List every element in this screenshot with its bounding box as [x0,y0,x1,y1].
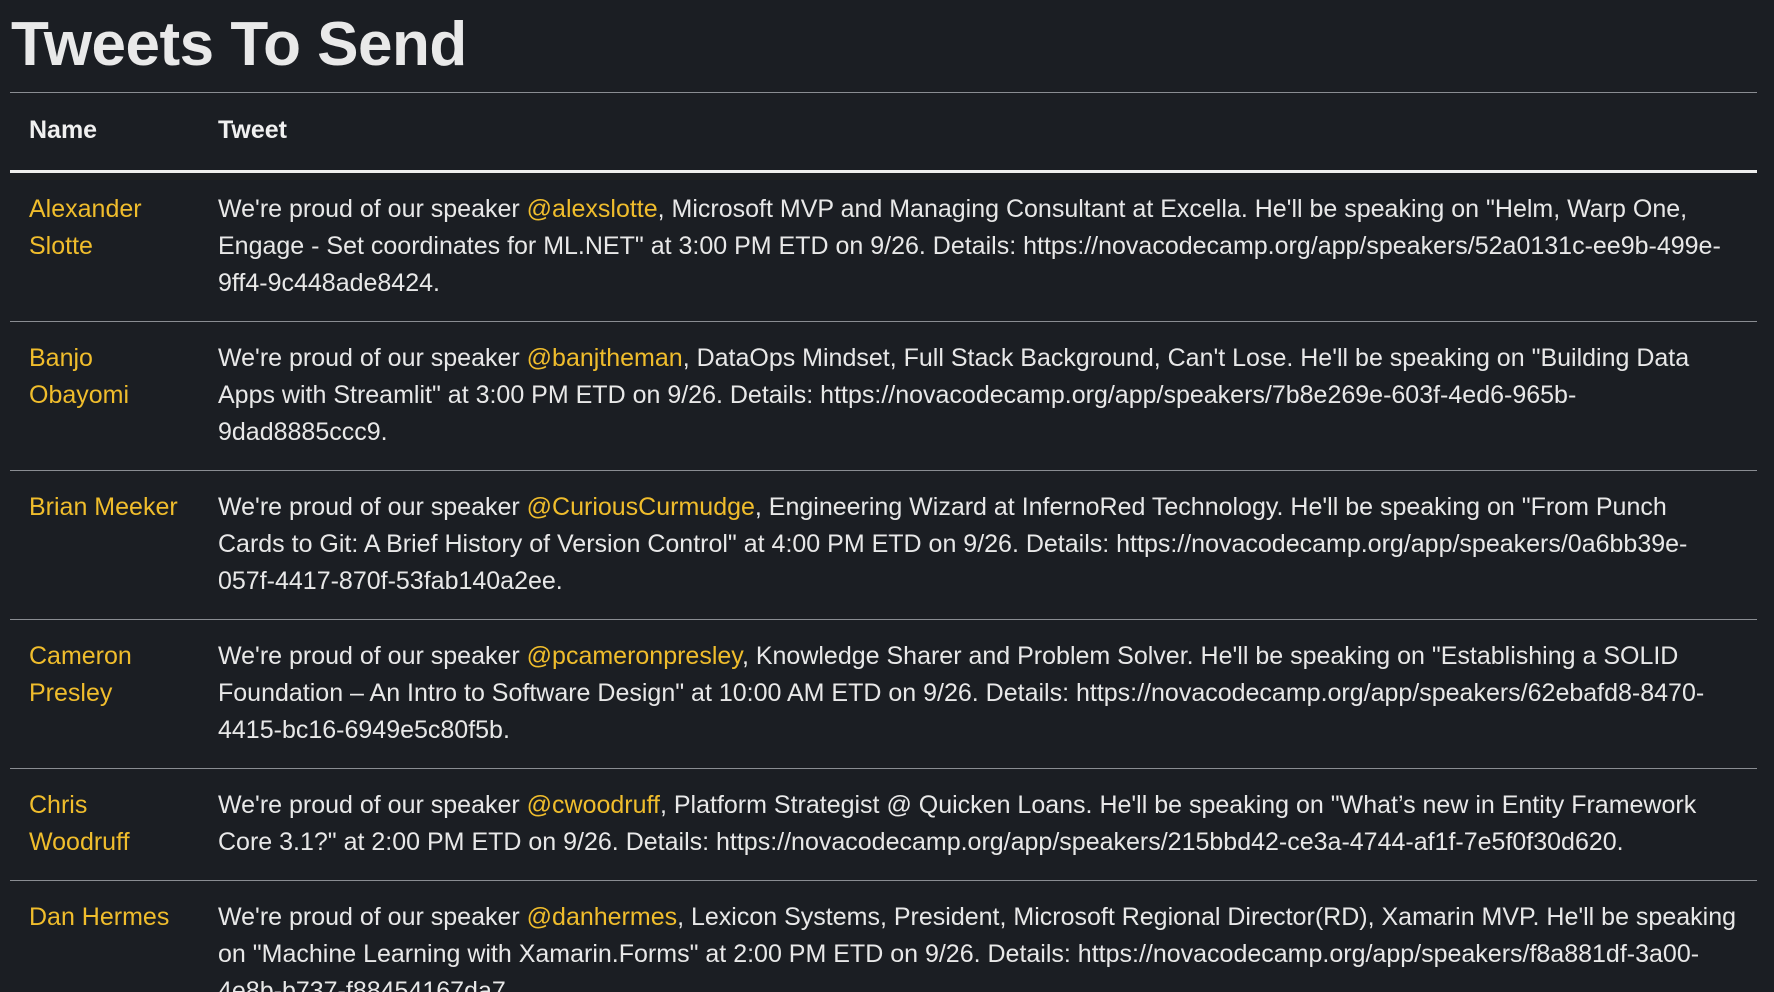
tweet-prefix: We're proud of our speaker [218,791,527,819]
name-cell: Cameron Presley [10,619,199,769]
tweet-cell: We're proud of our speaker @danhermes, L… [199,880,1757,992]
tweet-cell: We're proud of our speaker @banjtheman, … [199,321,1757,471]
tweets-page: Tweets To Send Name Tweet Alexander Slot… [0,0,1774,992]
table-row: Cameron Presley We're proud of our speak… [10,619,1757,769]
tweet-cell: We're proud of our speaker @alexslotte, … [199,171,1757,322]
tweet-prefix: We're proud of our speaker [218,642,527,670]
speaker-handle-link[interactable]: @banjtheman [527,344,683,372]
tweet-prefix: We're proud of our speaker [218,903,527,931]
tweet-cell: We're proud of our speaker @CuriousCurmu… [199,470,1757,620]
table-row: Banjo Obayomi We're proud of our speaker… [10,321,1757,471]
table-row: Brian Meeker We're proud of our speaker … [10,470,1757,620]
table-row: Dan Hermes We're proud of our speaker @d… [10,880,1757,992]
name-cell: Alexander Slotte [10,171,199,322]
speaker-handle-link[interactable]: @alexslotte [527,195,658,223]
name-cell: Brian Meeker [10,470,199,620]
speaker-name-link[interactable]: Dan Hermes [29,903,169,931]
tweet-prefix: We're proud of our speaker [218,344,527,372]
speaker-handle-link[interactable]: @CuriousCurmudge [527,493,755,521]
speaker-name-link[interactable]: Cameron Presley [29,642,132,707]
table-row: Chris Woodruff We're proud of our speake… [10,768,1757,881]
name-cell: Chris Woodruff [10,768,199,881]
page-title: Tweets To Send [11,10,467,79]
speaker-name-link[interactable]: Alexander Slotte [29,195,142,260]
tweet-cell: We're proud of our speaker @cwoodruff, P… [199,768,1757,881]
tweet-prefix: We're proud of our speaker [218,493,527,521]
tweets-table: Name Tweet Alexander Slotte We're proud … [10,93,1757,992]
name-cell: Dan Hermes [10,880,199,992]
speaker-name-link[interactable]: Brian Meeker [29,493,178,521]
name-cell: Banjo Obayomi [10,321,199,471]
tweet-cell: We're proud of our speaker @pcameronpres… [199,619,1757,769]
speaker-handle-link[interactable]: @cwoodruff [527,791,660,819]
column-header-tweet: Tweet [199,93,1757,173]
speaker-handle-link[interactable]: @pcameronpresley [527,642,742,670]
speaker-name-link[interactable]: Banjo Obayomi [29,344,129,409]
speaker-handle-link[interactable]: @danhermes [527,903,677,931]
table-row: Alexander Slotte We're proud of our spea… [10,171,1757,322]
table-header: Name Tweet [10,93,1757,173]
tweet-prefix: We're proud of our speaker [218,195,527,223]
column-header-name: Name [10,93,199,173]
speaker-name-link[interactable]: Chris Woodruff [29,791,130,856]
header-row: Name Tweet [10,93,1757,173]
table-body: Alexander Slotte We're proud of our spea… [10,171,1757,992]
